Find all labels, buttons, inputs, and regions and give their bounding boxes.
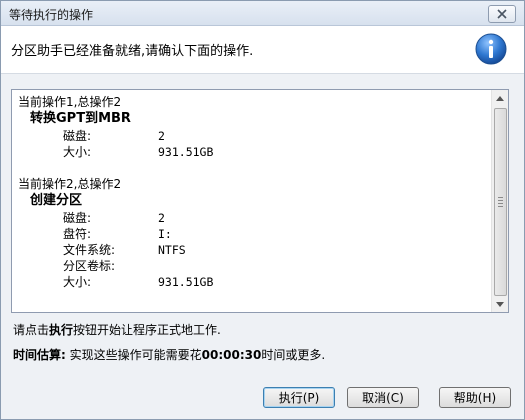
operation-name: 创建分区 — [30, 193, 83, 208]
property-key: 磁盘: — [63, 129, 92, 143]
property-value: 2 — [158, 211, 165, 225]
property-key: 大小: — [63, 145, 92, 159]
property-row: 磁盘: 2 — [18, 210, 488, 226]
info-icon — [475, 33, 507, 65]
property-value: 931.51GB — [158, 275, 214, 289]
property-key: 文件系统: — [63, 243, 116, 257]
help-button[interactable]: 帮助(H) — [439, 387, 511, 408]
vertical-scrollbar[interactable] — [491, 90, 508, 312]
scroll-down-arrow[interactable] — [494, 297, 506, 311]
window-title: 等待执行的操作 — [9, 8, 94, 22]
chevron-up-icon — [496, 95, 504, 101]
property-value: I: — [158, 227, 172, 241]
operation-heading: 当前操作1,总操作2 — [18, 95, 122, 109]
cancel-button[interactable]: 取消(C) — [347, 387, 419, 408]
property-row: 大小: 931.51GB — [18, 144, 488, 160]
note-execute-word: 执行 — [49, 323, 74, 337]
property-key: 大小: — [63, 275, 92, 289]
property-value: 2 — [158, 129, 165, 143]
dialog-window: 等待执行的操作 分区助手已经准备就绪,请确认下面的操作. 当前操作1,总操作2 — [0, 0, 525, 420]
operation-heading: 当前操作2,总操作2 — [18, 177, 122, 191]
chevron-down-icon — [496, 301, 504, 307]
time-estimate-note: 时间估算: 实现这些操作可能需要花00:00:30时间或更多. — [13, 346, 325, 363]
execute-button[interactable]: 执行(P) — [263, 387, 335, 408]
operation-name: 转换GPT到MBR — [30, 111, 131, 126]
instruction-note: 请点击执行按钮开始让程序正式地工作. — [13, 321, 221, 338]
scroll-up-arrow[interactable] — [494, 91, 506, 105]
close-button[interactable] — [488, 5, 516, 23]
grip-icon — [498, 197, 503, 209]
time-estimate-text: 实现这些操作可能需要花 — [65, 348, 202, 362]
operations-list: 当前操作1,总操作2 转换GPT到MBR 磁盘: 2 大小: 931.51GB … — [18, 94, 488, 290]
property-key: 分区卷标: — [63, 259, 116, 273]
property-row: 分区卷标: — [18, 258, 488, 274]
time-estimate-value: 00:00:30 — [201, 348, 262, 362]
property-value: NTFS — [158, 243, 186, 257]
time-estimate-suffix: 时间或更多. — [261, 348, 326, 362]
close-icon — [497, 9, 507, 19]
note-prefix: 请点击 — [13, 323, 50, 337]
property-row: 文件系统: NTFS — [18, 242, 488, 258]
title-bar: 等待执行的操作 — [1, 1, 524, 26]
property-key: 盘符: — [63, 227, 92, 241]
header-message: 分区助手已经准备就绪,请确认下面的操作. — [11, 44, 254, 59]
operations-textbox[interactable]: 当前操作1,总操作2 转换GPT到MBR 磁盘: 2 大小: 931.51GB … — [11, 89, 509, 313]
time-estimate-label: 时间估算: — [13, 348, 66, 362]
scrollbar-thumb[interactable] — [494, 108, 507, 296]
note-suffix: 按钮开始让程序正式地工作. — [73, 323, 221, 337]
property-row: 盘符: I: — [18, 226, 488, 242]
property-value: 931.51GB — [158, 145, 214, 159]
header-panel: 分区助手已经准备就绪,请确认下面的操作. — [1, 26, 524, 74]
property-row: 大小: 931.51GB — [18, 274, 488, 290]
property-row: 磁盘: 2 — [18, 128, 488, 144]
property-key: 磁盘: — [63, 211, 92, 225]
